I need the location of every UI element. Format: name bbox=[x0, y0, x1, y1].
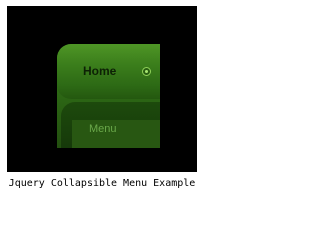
menu-item-home-label: Home bbox=[83, 64, 117, 78]
menu-item-menu-label: Menu bbox=[89, 123, 117, 135]
menu-section: Menu bbox=[61, 102, 160, 148]
radio-dot-icon bbox=[142, 67, 151, 76]
collapsible-menu: Home Menu bbox=[57, 44, 160, 148]
preview-frame: Home Menu bbox=[7, 6, 197, 172]
example-caption: Jquery Collapsible Menu Example bbox=[8, 178, 196, 189]
menu-item-home[interactable]: Home bbox=[57, 44, 160, 99]
